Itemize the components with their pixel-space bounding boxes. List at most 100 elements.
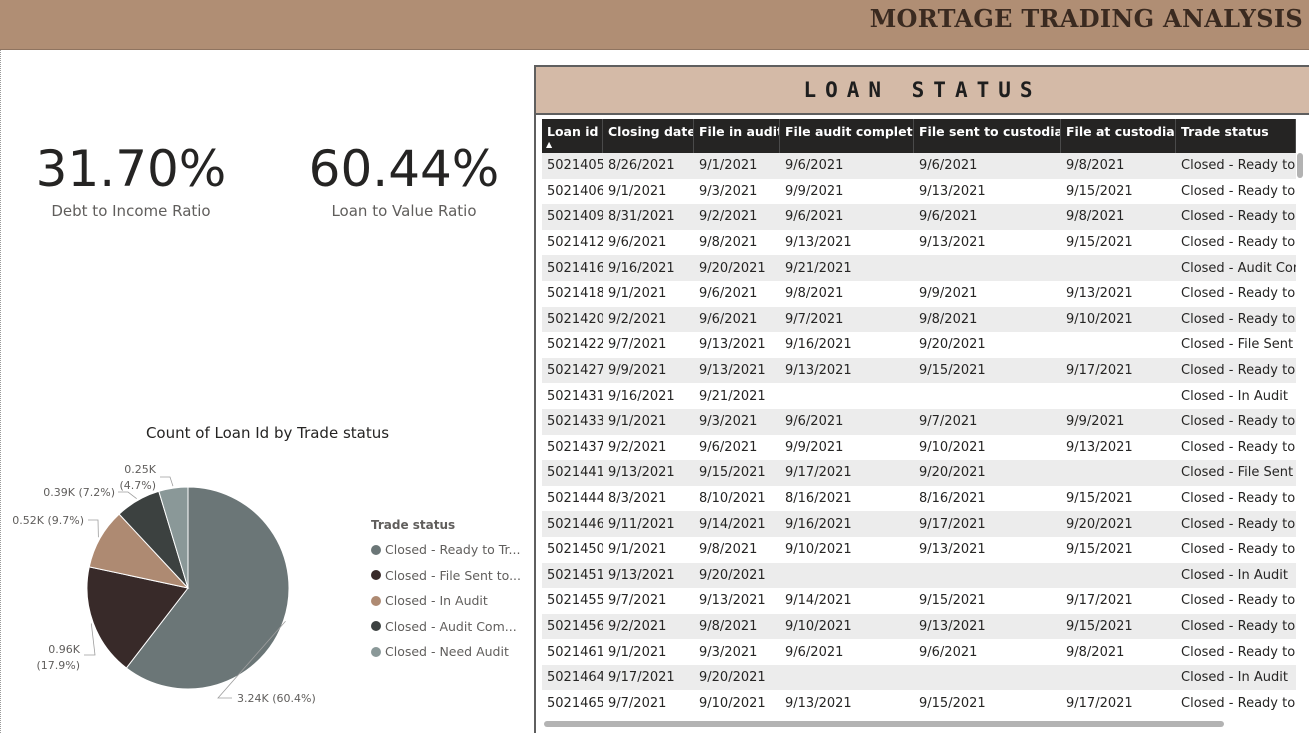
table-cell: 5021406 <box>547 183 603 199</box>
leader-line <box>88 519 99 538</box>
kpi-label: Debt to Income Ratio <box>51 202 211 220</box>
table-cell: 9/6/2021 <box>785 158 844 174</box>
table-row[interactable]: 5021455 9/7/2021 9/13/2021 9/14/2021 9/15/20… <box>542 588 1296 614</box>
table-cell: 5021405 <box>547 158 603 174</box>
table-cell: 9/15/2021 <box>919 695 986 711</box>
table-cell: 9/2/2021 <box>608 311 667 327</box>
legend-label: Closed - Ready to Tr... <box>385 542 521 558</box>
table-cell: 9/7/2021 <box>608 695 667 711</box>
table-cell: 9/6/2021 <box>699 286 758 302</box>
table-cell: 5021465 <box>547 695 603 711</box>
table-row[interactable]: 5021444 8/3/2021 8/10/2021 8/16/2021 8/16/20… <box>542 486 1296 512</box>
legend-label: Closed - File Sent to... <box>385 567 522 583</box>
legend-item[interactable]: Closed - In Audit <box>371 588 521 614</box>
table-cell: 9/2/2021 <box>608 439 667 455</box>
table-row[interactable]: 5021464 9/17/2021 9/20/2021 Closed - In Aud… <box>542 664 1296 691</box>
table-header: Loan id ▲ Closing date File in audit File au… <box>542 119 1296 153</box>
legend-dot-icon <box>371 646 381 657</box>
legend-item[interactable]: Closed - Audit Com... <box>371 614 521 640</box>
table-cell: 9/10/2021 <box>1066 311 1133 327</box>
table-row[interactable]: 5021406 9/1/2021 9/3/2021 9/9/2021 9/13/2021… <box>542 179 1296 205</box>
legend-item[interactable]: Closed - File Sent to... <box>371 563 521 589</box>
table-cell: 9/13/2021 <box>785 695 852 711</box>
column-header[interactable]: File in audit <box>694 119 780 153</box>
table-cell: 9/14/2021 <box>785 593 852 609</box>
horizontal-scrollbar[interactable] <box>544 721 1224 727</box>
table-row[interactable]: 5021431 9/16/2021 9/21/2021 Closed - In Aud… <box>542 383 1296 409</box>
table-row[interactable]: 5021416 9/16/2021 9/20/2021 9/21/2021 Closed… <box>542 255 1296 281</box>
leader-line <box>118 491 137 500</box>
table-cell: 9/13/2021 <box>1066 286 1133 302</box>
table-row[interactable]: 5021465 9/7/2021 9/10/2021 9/13/2021 9/15/20… <box>542 690 1296 716</box>
table-cell: 5021441 <box>547 465 603 481</box>
table-row[interactable]: 5021412 9/6/2021 9/8/2021 9/13/2021 9/13/202… <box>542 230 1296 256</box>
table-cell: 9/20/2021 <box>699 670 766 686</box>
table-cell: Closed - File Sent t <box>1181 337 1296 353</box>
table-cell: 9/8/2021 <box>699 235 758 251</box>
table-cell: 9/2/2021 <box>608 618 667 634</box>
table-cell: Closed - In Audit <box>1181 567 1288 583</box>
legend-item[interactable]: Closed - Need Audit <box>371 639 521 665</box>
table-row[interactable]: 5021446 9/11/2021 9/14/2021 9/16/2021 9/17/2… <box>542 511 1296 537</box>
table-cell: 9/7/2021 <box>919 414 978 430</box>
table-cell: 5021420 <box>547 311 603 327</box>
table-cell: 9/8/2021 <box>1066 644 1125 660</box>
data-label: (17.9%) <box>36 659 80 672</box>
table-row[interactable]: 5021441 9/13/2021 9/15/2021 9/17/2021 9/20/2… <box>542 460 1296 486</box>
table-row[interactable]: 5021456 9/2/2021 9/8/2021 9/10/2021 9/13/202… <box>542 613 1296 640</box>
legend-title: Trade status <box>371 518 456 532</box>
table-row[interactable]: 5021409 8/31/2021 9/2/2021 9/6/2021 9/6/2021… <box>542 204 1296 230</box>
column-header[interactable]: File audit complete <box>780 119 914 153</box>
data-label: 0.96K <box>48 643 80 656</box>
table-cell: 9/8/2021 <box>785 286 844 302</box>
table-cell: Closed - Ready to T <box>1181 158 1296 174</box>
column-header[interactable]: File at custodian <box>1061 119 1176 153</box>
table-cell: 9/20/2021 <box>919 465 986 481</box>
table-cell: 9/3/2021 <box>699 183 758 199</box>
table-cell: Closed - Ready to T <box>1181 235 1296 251</box>
data-label: 0.52K (9.7%) <box>12 514 84 527</box>
table-cell: Closed - Ready to T <box>1181 414 1296 430</box>
table-row[interactable]: 5021405 8/26/2021 9/1/2021 9/6/2021 9/6/2021… <box>542 153 1296 179</box>
kpi-card-debt-to-income[interactable]: 31.70% Debt to Income Ratio <box>1 138 261 220</box>
table-row[interactable]: 5021433 9/1/2021 9/3/2021 9/6/2021 9/7/2021 9… <box>542 408 1296 435</box>
kpi-card-loan-to-value[interactable]: 60.44% Loan to Value Ratio <box>274 138 534 220</box>
table-cell: 5021416 <box>547 260 603 276</box>
table-cell: Closed - Ready to T <box>1181 516 1296 532</box>
table-cell: Closed - Ready to T <box>1181 286 1296 302</box>
legend-item[interactable]: Closed - Ready to Tr... <box>371 537 521 563</box>
table-cell: 5021433 <box>547 414 603 430</box>
table-row[interactable]: 5021450 9/1/2021 9/8/2021 9/10/2021 9/13/202… <box>542 537 1296 563</box>
table-cell: Closed - In Audit <box>1181 388 1288 404</box>
table-cell: 9/8/2021 <box>1066 158 1125 174</box>
column-header[interactable]: File sent to custodian <box>914 119 1061 153</box>
sort-ascending-icon[interactable]: ▲ <box>546 140 552 149</box>
column-header[interactable]: Loan id ▲ <box>542 119 603 153</box>
column-header[interactable]: Trade status <box>1176 119 1296 153</box>
table-cell: 9/20/2021 <box>699 260 766 276</box>
table-row[interactable]: 5021427 9/9/2021 9/13/2021 9/13/2021 9/15/20… <box>542 357 1296 384</box>
data-label: 0.39K (7.2%) <box>43 486 115 499</box>
table-cell: 5021422 <box>547 337 603 353</box>
table-row[interactable]: 5021418 9/1/2021 9/6/2021 9/8/2021 9/9/2021 9… <box>542 281 1296 307</box>
table-cell: 9/21/2021 <box>785 260 852 276</box>
table-row[interactable]: 5021420 9/2/2021 9/6/2021 9/7/2021 9/8/2021 9… <box>542 306 1296 333</box>
table-cell: Closed - Ready to T <box>1181 209 1296 225</box>
loan-status-table[interactable]: Loan id ▲ Closing date File in audit File au… <box>542 119 1300 729</box>
table-cell: 9/9/2021 <box>608 363 667 379</box>
table-row[interactable]: 5021437 9/2/2021 9/6/2021 9/9/2021 9/10/2021… <box>542 435 1296 461</box>
table-cell: 9/6/2021 <box>608 235 667 251</box>
table-row[interactable]: 5021451 9/13/2021 9/20/2021 Closed - In Aud… <box>542 562 1296 589</box>
table-cell: Closed - Ready to T <box>1181 311 1296 327</box>
table-row[interactable]: 5021461 9/1/2021 9/3/2021 9/6/2021 9/6/2021 9… <box>542 639 1296 665</box>
table-row[interactable]: 5021422 9/7/2021 9/13/2021 9/16/2021 9/20/20… <box>542 332 1296 358</box>
table-cell: 9/17/2021 <box>1066 363 1133 379</box>
pie-chart[interactable]: 3.24K (60.4%) 0.96K (17.9%) 0.52K (9.7%) 0.3… <box>0 450 360 733</box>
table-cell: 9/10/2021 <box>699 695 766 711</box>
vertical-scrollbar[interactable] <box>1297 153 1303 178</box>
table-cell: 9/9/2021 <box>1066 414 1125 430</box>
column-header[interactable]: Closing date <box>603 119 694 153</box>
data-label: 0.25K <box>124 463 156 476</box>
table-cell: Closed - Ready to T <box>1181 593 1296 609</box>
table-cell: 9/15/2021 <box>699 465 766 481</box>
